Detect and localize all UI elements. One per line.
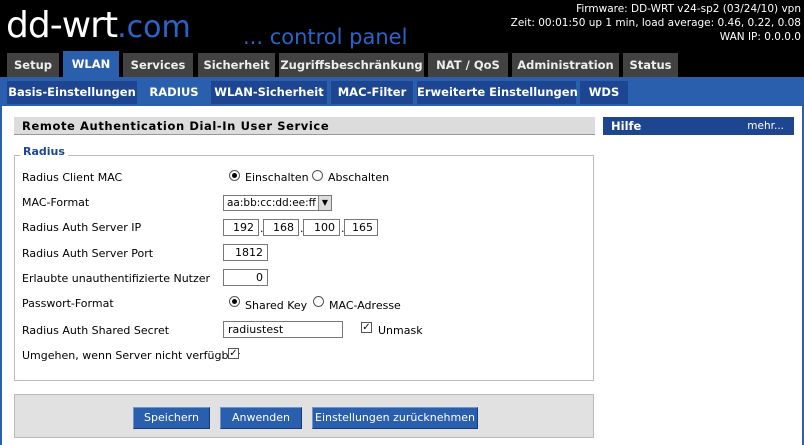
unauth-users-label: Erlaubte unauthentifizierte Nutzer bbox=[22, 272, 211, 285]
logo: dd-wrt.com bbox=[6, 8, 191, 46]
mac-format-select[interactable]: aa:bb:cc:dd:ee:ff ▼ bbox=[223, 195, 332, 211]
tab-status[interactable]: Status bbox=[623, 53, 678, 77]
ip-octet-4[interactable]: 165 bbox=[344, 219, 378, 236]
ip-octet-2[interactable]: 168 bbox=[263, 219, 299, 236]
mac-format-value: aa:bb:cc:dd:ee:ff bbox=[227, 197, 316, 209]
server-ip-label: Radius Auth Server IP bbox=[22, 221, 142, 234]
system-info: Firmware: DD-WRT v24-sp2 (03/24/10) vpn … bbox=[511, 2, 801, 44]
header: dd-wrt.com ... control panel Firmware: D… bbox=[0, 0, 804, 51]
section-title: Remote Authentication Dial-In User Servi… bbox=[14, 117, 595, 135]
server-port-input[interactable]: 1812 bbox=[223, 244, 268, 261]
client-mac-label: Radius Client MAC bbox=[22, 171, 123, 184]
help-title: Hilfe bbox=[611, 119, 642, 133]
tab-zugriffsbeschraenkung[interactable]: Zugriffsbeschränkung bbox=[279, 53, 424, 77]
disable-label: Abschalten bbox=[328, 171, 390, 184]
tab-setup[interactable]: Setup bbox=[7, 53, 59, 77]
main-tabs: Setup WLAN Services Sicherheit Zugriffsb… bbox=[0, 51, 804, 77]
radius-legend: Radius bbox=[20, 145, 68, 158]
shared-secret-label: Radius Auth Shared Secret bbox=[22, 324, 170, 337]
logo-main: dd-wrt bbox=[6, 5, 118, 46]
save-button[interactable]: Speichern bbox=[133, 407, 210, 429]
tab-nat-qos[interactable]: NAT / QoS bbox=[428, 53, 508, 77]
tab-sicherheit[interactable]: Sicherheit bbox=[198, 53, 275, 77]
radius-fieldset bbox=[14, 155, 594, 381]
help-panel: Hilfe mehr... bbox=[603, 117, 794, 135]
bypass-label: Umgehen, wenn Server nicht verfügbar bbox=[22, 349, 240, 362]
subtab-wlan-sicherheit[interactable]: WLAN-Sicherheit bbox=[211, 81, 327, 104]
subtab-mac-filter[interactable]: MAC-Filter bbox=[331, 81, 413, 104]
enable-radio[interactable] bbox=[229, 170, 240, 181]
mac-address-radio[interactable] bbox=[313, 296, 324, 307]
unmask-checkbox[interactable]: ✓ bbox=[361, 322, 372, 333]
ip-octet-1[interactable]: 192 bbox=[223, 219, 259, 236]
unauth-users-input[interactable]: 0 bbox=[223, 269, 268, 286]
shared-key-label: Shared Key bbox=[245, 299, 308, 312]
apply-button[interactable]: Anwenden bbox=[220, 407, 302, 429]
logo-suffix: .com bbox=[117, 10, 191, 45]
help-more-link[interactable]: mehr... bbox=[747, 117, 784, 135]
shared-key-radio[interactable] bbox=[229, 296, 240, 307]
firmware-text: Firmware: DD-WRT v24-sp2 (03/24/10) vpn bbox=[576, 3, 801, 15]
chevron-down-icon[interactable]: ▼ bbox=[318, 196, 331, 210]
ip-octet-3[interactable]: 100 bbox=[303, 219, 340, 236]
password-format-label: Passwort-Format bbox=[22, 297, 114, 310]
mac-address-label: MAC-Adresse bbox=[329, 299, 401, 312]
reset-button[interactable]: Einstellungen zurücknehmen bbox=[312, 407, 478, 429]
disable-radio[interactable] bbox=[312, 170, 323, 181]
subtab-basis-einstellungen[interactable]: Basis-Einstellungen bbox=[7, 81, 137, 104]
tab-administration[interactable]: Administration bbox=[512, 53, 619, 77]
content-area: Remote Authentication Dial-In User Servi… bbox=[0, 106, 804, 445]
wan-ip-text: WAN IP: 0.0.0.0 bbox=[719, 31, 801, 43]
server-port-label: Radius Auth Server Port bbox=[22, 247, 154, 260]
tab-wlan[interactable]: WLAN bbox=[63, 51, 119, 77]
sub-tabs: Basis-Einstellungen RADIUS WLAN-Sicherhe… bbox=[0, 77, 804, 106]
bypass-checkbox[interactable]: ✓ bbox=[228, 348, 239, 359]
subtab-radius[interactable]: RADIUS bbox=[141, 81, 207, 104]
enable-label: Einschalten bbox=[245, 171, 309, 184]
button-bar: Speichern Anwenden Einstellungen zurückn… bbox=[14, 394, 594, 438]
shared-secret-input[interactable]: radiustest bbox=[223, 321, 343, 338]
tab-services[interactable]: Services bbox=[123, 53, 193, 77]
subtab-erweiterte-einstellungen[interactable]: Erweiterte Einstellungen bbox=[417, 81, 578, 104]
uptime-text: Zeit: 00:01:50 up 1 min, load average: 0… bbox=[510, 17, 801, 29]
tagline: ... control panel bbox=[243, 25, 408, 49]
mac-format-label: MAC-Format bbox=[22, 196, 90, 209]
unmask-label: Unmask bbox=[378, 324, 423, 337]
subtab-wds[interactable]: WDS bbox=[580, 81, 628, 104]
